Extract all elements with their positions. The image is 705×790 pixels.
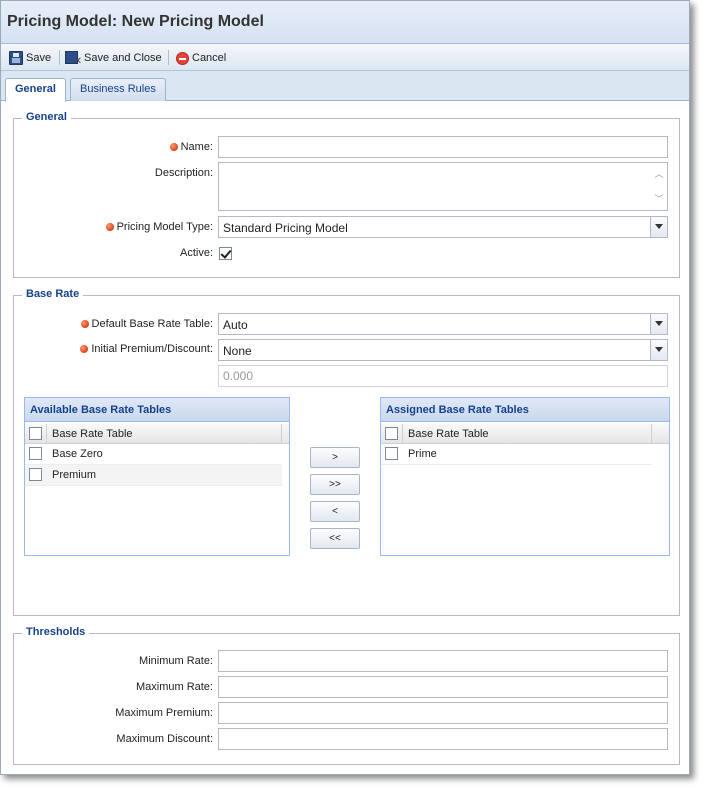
initial-premium-discount-select[interactable]: None (218, 339, 668, 361)
move-all-right-button[interactable]: >> (310, 474, 360, 495)
base-rate-legend: Base Rate (22, 288, 84, 300)
default-base-rate-table-label: Default Base Rate Table: (41, 318, 213, 330)
row-checkbox[interactable] (385, 447, 398, 460)
required-icon (169, 143, 178, 151)
move-left-button[interactable]: < (310, 501, 360, 522)
column-header-base-rate-table[interactable]: Base Rate Table (403, 424, 652, 443)
pricing-model-window: Pricing Model: New Pricing Model Save ✕ … (0, 0, 690, 775)
minimum-rate-input[interactable] (218, 650, 668, 672)
available-grid-title: Available Base Rate Tables (25, 398, 289, 422)
pricing-model-type-label: Pricing Model Type: (41, 221, 213, 233)
general-legend: General (22, 111, 71, 123)
premium-amount-input: 0.000 (218, 365, 668, 387)
scroll-up-icon[interactable]: ︿ (654, 169, 664, 179)
assigned-grid-title: Assigned Base Rate Tables (381, 398, 669, 422)
chevron-down-icon[interactable] (650, 217, 667, 237)
save-button-label: Save (26, 52, 52, 64)
row-label: Base Zero (52, 448, 103, 460)
maximum-rate-label: Maximum Rate: (135, 681, 213, 693)
toolbar: Save ✕ Save and Close Cancel (1, 44, 689, 71)
required-icon (80, 320, 89, 328)
description-textarea[interactable]: ︿ ﹀ (218, 162, 668, 211)
pricing-model-type-select[interactable]: Standard Pricing Model (218, 216, 668, 238)
table-row[interactable]: Prime (381, 444, 652, 465)
move-all-left-button[interactable]: << (310, 528, 360, 549)
active-label: Active: (179, 247, 213, 259)
save-icon (9, 51, 23, 65)
row-label: Premium (52, 469, 97, 481)
move-right-button[interactable]: > (310, 447, 360, 468)
cancel-button-label: Cancel (192, 52, 227, 64)
maximum-rate-input[interactable] (218, 676, 668, 698)
available-base-rate-tables-grid: Available Base Rate Tables Base Rate Tab… (24, 397, 290, 556)
save-and-close-icon: ✕ (65, 51, 82, 67)
tab-general[interactable]: General (5, 78, 66, 102)
pricing-model-type-value: Standard Pricing Model (223, 221, 348, 235)
required-icon (80, 345, 89, 353)
scroll-down-icon[interactable]: ﹀ (654, 194, 664, 204)
select-all-checkbox[interactable] (385, 427, 398, 440)
default-base-rate-table-select[interactable]: Auto (218, 313, 668, 335)
description-label: Description: (154, 167, 213, 179)
table-row[interactable]: Base Zero (25, 444, 282, 465)
active-checkbox[interactable] (219, 247, 232, 260)
maximum-premium-input[interactable] (218, 702, 668, 724)
name-label: Name: (61, 141, 213, 153)
tab-business-rules[interactable]: Business Rules (70, 78, 166, 101)
maximum-discount-label: Maximum Discount: (116, 733, 213, 745)
assigned-base-rate-tables-grid: Assigned Base Rate Tables Base Rate Tabl… (380, 397, 670, 556)
table-row[interactable]: Premium (25, 465, 282, 486)
assigned-grid-header: Base Rate Table (381, 424, 669, 444)
minimum-rate-label: Minimum Rate: (139, 655, 213, 667)
thresholds-legend: Thresholds (22, 626, 90, 638)
description-scrollbar[interactable]: ︿ ﹀ (651, 163, 667, 210)
row-label: Prime (408, 448, 437, 460)
maximum-premium-label: Maximum Premium: (115, 707, 213, 719)
required-icon (105, 223, 114, 231)
toolbar-separator (168, 50, 169, 65)
tab-strip: General Business Rules (1, 71, 689, 102)
row-checkbox[interactable] (29, 447, 42, 460)
cancel-icon (176, 51, 189, 65)
name-input[interactable] (218, 136, 668, 158)
initial-premium-discount-label: Initial Premium/Discount: (41, 343, 213, 355)
initial-premium-discount-value: None (223, 344, 252, 358)
save-and-close-button[interactable]: ✕ Save and Close (65, 49, 162, 67)
save-button[interactable]: Save (9, 49, 51, 67)
toolbar-separator (59, 50, 60, 65)
chevron-down-icon[interactable] (650, 340, 667, 360)
select-all-checkbox[interactable] (29, 427, 42, 440)
window-title: Pricing Model: New Pricing Model (7, 13, 264, 30)
chevron-down-icon[interactable] (650, 314, 667, 334)
save-and-close-button-label: Save and Close (84, 52, 162, 64)
maximum-discount-input[interactable] (218, 728, 668, 750)
column-header-base-rate-table[interactable]: Base Rate Table (47, 424, 282, 443)
available-grid-header: Base Rate Table (25, 424, 289, 444)
title-bar: Pricing Model: New Pricing Model (1, 1, 689, 44)
default-base-rate-table-value: Auto (223, 318, 248, 332)
row-checkbox[interactable] (29, 468, 42, 481)
cancel-button[interactable]: Cancel (176, 49, 226, 67)
